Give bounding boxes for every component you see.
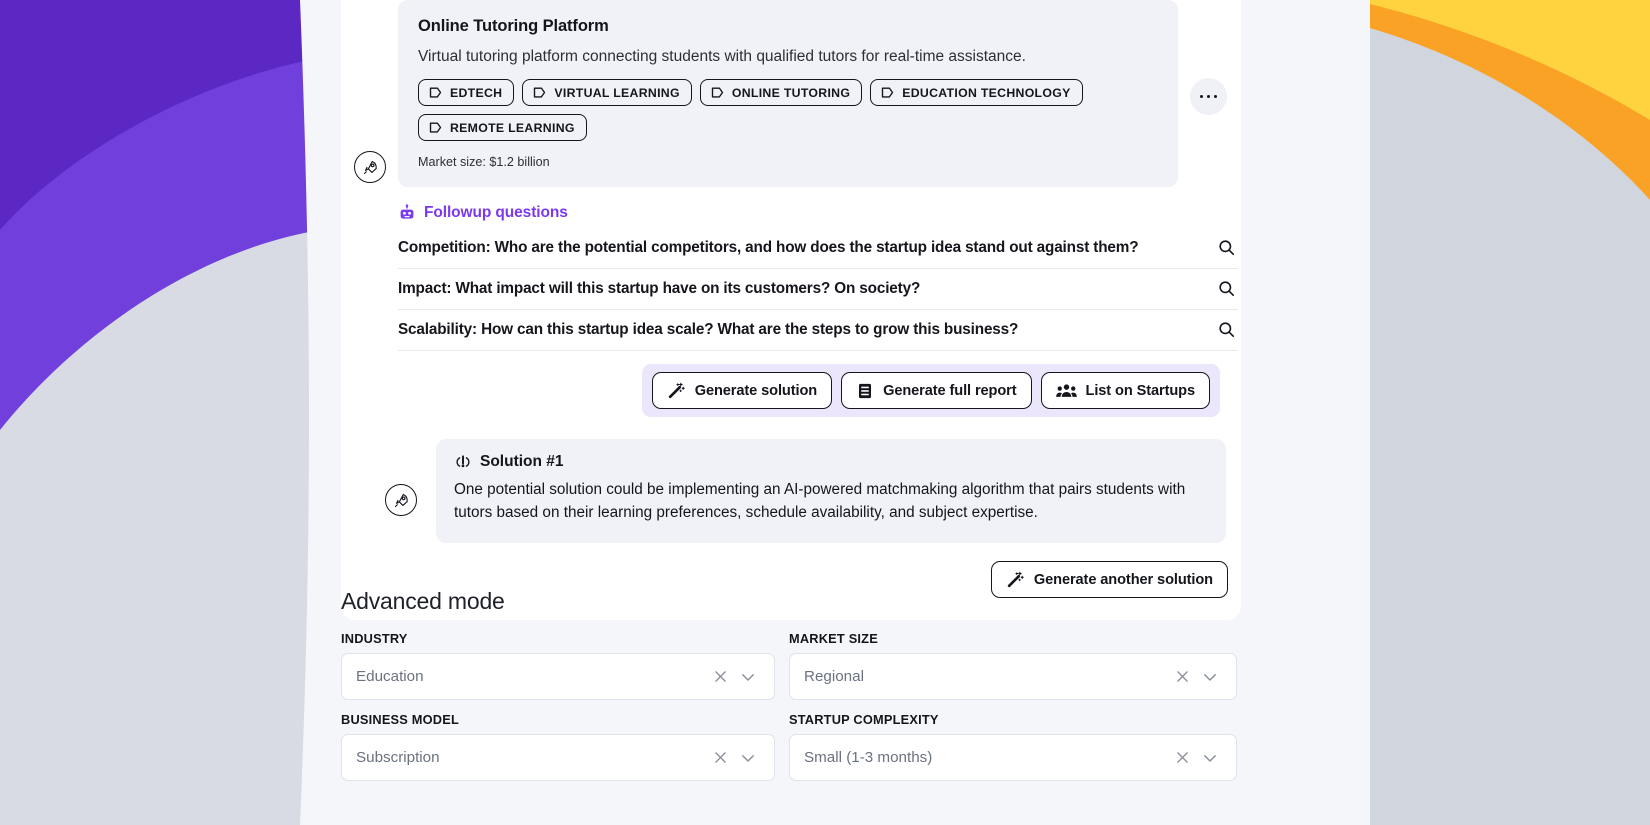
tag-label: EDUCATION TECHNOLOGY <box>902 86 1070 100</box>
generate-another-solution-label: Generate another solution <box>1034 572 1213 588</box>
action-bar-wrapper: Generate solution Generate full report <box>341 364 1241 417</box>
app-root: Online Tutoring Platform Virtual tutorin… <box>0 0 1650 825</box>
field-market-size: MARKET SIZE Regional <box>789 631 1237 700</box>
industry-select-value: Education <box>356 668 707 685</box>
business-model-select-value: Subscription <box>356 749 707 766</box>
followup-question-text: Impact: What impact will this startup ha… <box>398 280 920 298</box>
followup-questions-section: Followup questions Competition: Who are … <box>398 204 1238 351</box>
avatar <box>354 151 386 183</box>
chevron-down-icon[interactable] <box>1196 668 1224 686</box>
field-label: STARTUP COMPLEXITY <box>789 712 1237 727</box>
avatar <box>385 484 417 516</box>
tag-icon <box>428 85 443 100</box>
followup-questions-title: Followup questions <box>424 204 568 222</box>
search-icon[interactable] <box>1217 279 1238 298</box>
idea-tag[interactable]: REMOTE LEARNING <box>418 114 587 141</box>
people-group-icon <box>1056 381 1077 400</box>
advanced-mode-fields: INDUSTRY Education MARK <box>341 631 1241 793</box>
magic-wand-icon <box>1006 570 1025 589</box>
search-icon[interactable] <box>1217 320 1238 339</box>
generate-full-report-label: Generate full report <box>883 383 1016 399</box>
startup-complexity-select-value: Small (1-3 months) <box>804 749 1169 766</box>
idea-tag[interactable]: EDTECH <box>418 79 514 106</box>
followup-question-text: Scalability: How can this startup idea s… <box>398 321 1018 339</box>
field-label: INDUSTRY <box>341 631 775 646</box>
idea-card: Online Tutoring Platform Virtual tutorin… <box>398 0 1178 187</box>
followup-question-item[interactable]: Scalability: How can this startup idea s… <box>398 310 1238 351</box>
generate-solution-label: Generate solution <box>695 383 817 399</box>
lightbulb-idea-icon <box>454 453 472 471</box>
close-icon[interactable] <box>1169 668 1196 685</box>
tag-label: VIRTUAL LEARNING <box>554 86 680 100</box>
idea-title: Online Tutoring Platform <box>418 17 1158 36</box>
startup-complexity-select[interactable]: Small (1-3 months) <box>789 734 1237 781</box>
followup-question-item[interactable]: Competition: Who are the potential compe… <box>398 228 1238 269</box>
industry-select[interactable]: Education <box>341 653 775 700</box>
solution-body: One potential solution could be implemen… <box>454 479 1206 525</box>
search-icon[interactable] <box>1217 238 1238 257</box>
field-label: BUSINESS MODEL <box>341 712 775 727</box>
chevron-down-icon[interactable] <box>734 749 762 767</box>
advanced-mode-title: Advanced mode <box>341 588 1241 615</box>
close-icon[interactable] <box>707 749 734 766</box>
solution-title: Solution #1 <box>480 453 564 471</box>
idea-tag[interactable]: EDUCATION TECHNOLOGY <box>870 79 1082 106</box>
idea-tag-list: EDTECH VIRTUAL LEARNING <box>418 79 1158 141</box>
action-bar: Generate solution Generate full report <box>642 364 1220 417</box>
business-model-select[interactable]: Subscription <box>341 734 775 781</box>
tag-icon <box>532 85 547 100</box>
field-startup-complexity: STARTUP COMPLEXITY Small (1-3 months) <box>789 712 1237 781</box>
market-size-text: Market size: $1.2 billion <box>418 155 1158 169</box>
followup-question-text: Competition: Who are the potential compe… <box>398 239 1138 257</box>
tag-icon <box>880 85 895 100</box>
idea-tag[interactable]: VIRTUAL LEARNING <box>522 79 692 106</box>
chevron-down-icon[interactable] <box>1196 749 1224 767</box>
generate-full-report-button[interactable]: Generate full report <box>841 372 1031 409</box>
idea-panel: Online Tutoring Platform Virtual tutorin… <box>341 0 1241 620</box>
tag-label: REMOTE LEARNING <box>450 121 575 135</box>
magic-wand-icon <box>667 381 686 400</box>
more-options-icon[interactable] <box>1190 78 1227 115</box>
rocket-icon <box>362 159 379 176</box>
decorative-background-right <box>1278 0 1650 825</box>
market-size-select[interactable]: Regional <box>789 653 1237 700</box>
rocket-icon <box>393 492 410 509</box>
robot-icon <box>398 204 416 222</box>
decorative-background-left <box>0 0 320 825</box>
idea-description: Virtual tutoring platform connecting stu… <box>418 47 1158 66</box>
idea-tag[interactable]: ONLINE TUTORING <box>700 79 862 106</box>
list-on-startups-button[interactable]: List on Startups <box>1041 372 1210 409</box>
followup-questions-header: Followup questions <box>398 204 1238 222</box>
tag-label: EDTECH <box>450 86 502 100</box>
advanced-mode-section: Advanced mode INDUSTRY Education <box>341 588 1241 793</box>
tag-label: ONLINE TUTORING <box>732 86 850 100</box>
generate-solution-button[interactable]: Generate solution <box>652 372 832 409</box>
list-on-startups-label: List on Startups <box>1086 383 1195 399</box>
tag-icon <box>710 85 725 100</box>
chevron-down-icon[interactable] <box>734 668 762 686</box>
field-industry: INDUSTRY Education <box>341 631 775 700</box>
close-icon[interactable] <box>1169 749 1196 766</box>
close-icon[interactable] <box>707 668 734 685</box>
document-list-icon <box>856 382 874 400</box>
followup-question-item[interactable]: Impact: What impact will this startup ha… <box>398 269 1238 310</box>
solution-card: Solution #1 One potential solution could… <box>436 439 1226 543</box>
market-size-select-value: Regional <box>804 668 1169 685</box>
solution-header: Solution #1 <box>454 453 1208 471</box>
tag-icon <box>428 120 443 135</box>
followup-questions-list: Competition: Who are the potential compe… <box>398 228 1238 351</box>
field-business-model: BUSINESS MODEL Subscription <box>341 712 775 781</box>
field-label: MARKET SIZE <box>789 631 1237 646</box>
